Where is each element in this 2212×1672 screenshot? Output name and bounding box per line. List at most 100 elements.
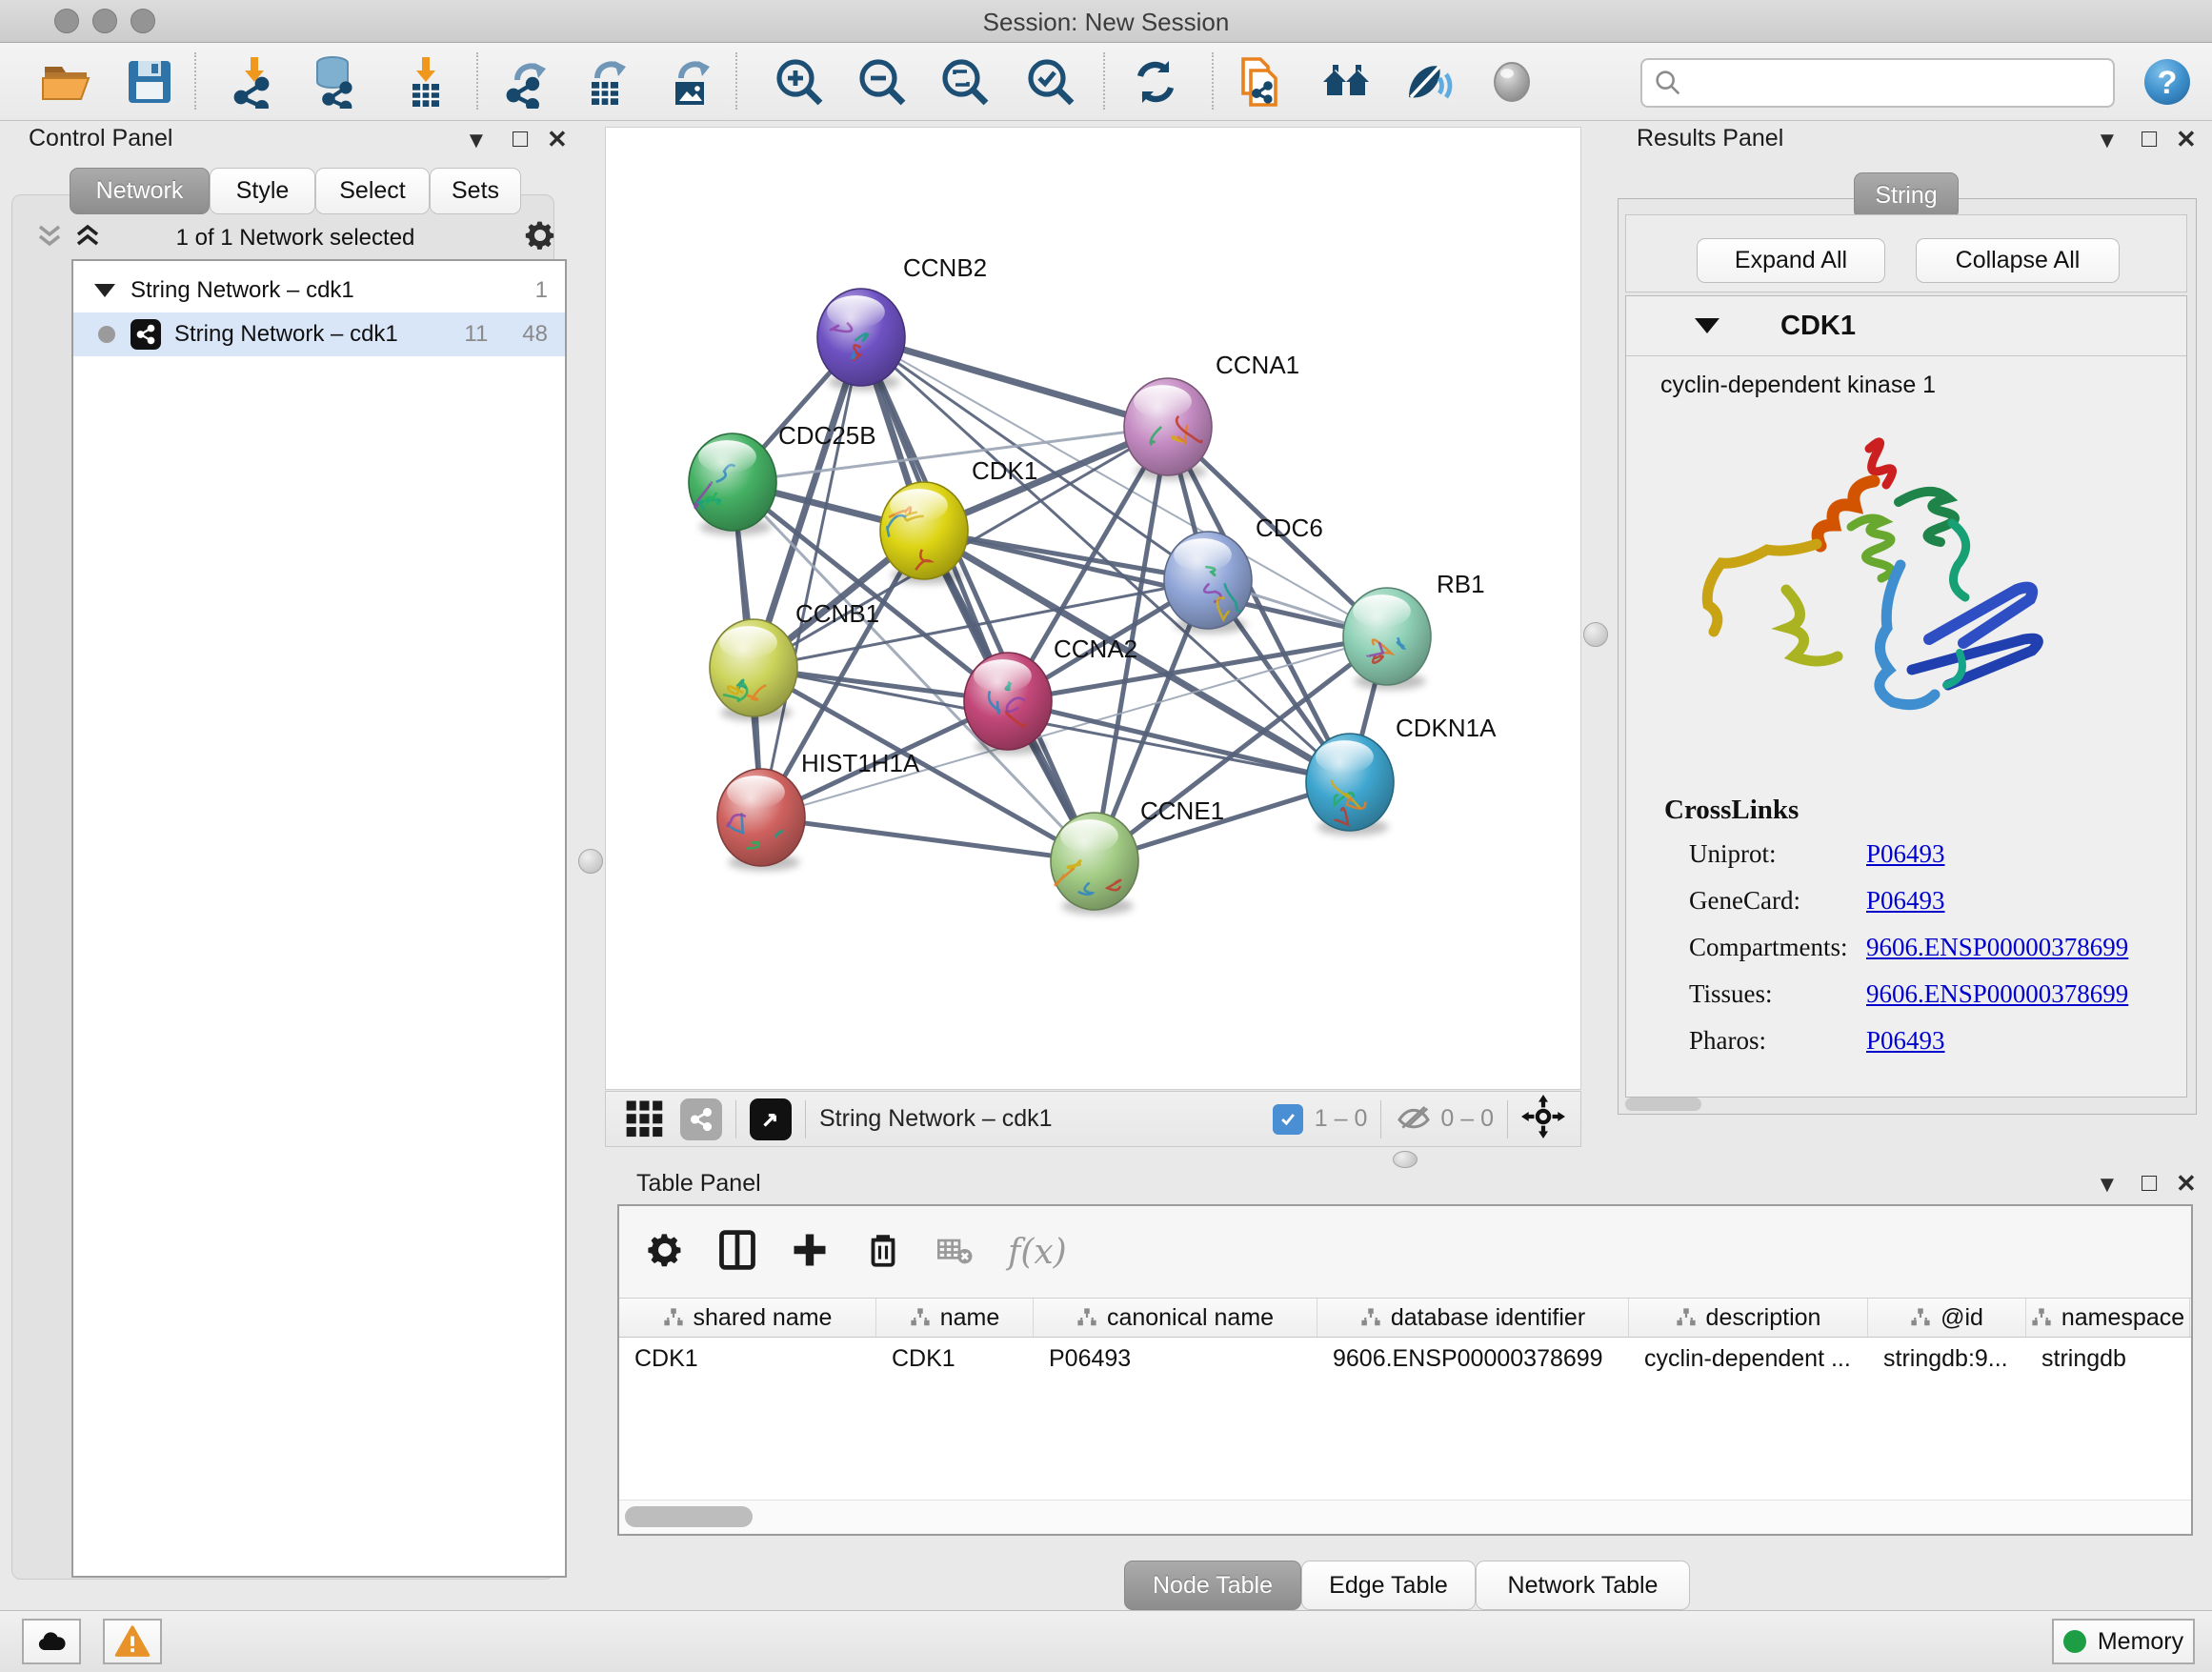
birds-eye-view-icon[interactable] [750,1098,792,1140]
refresh-icon[interactable] [1128,54,1183,110]
tree-expand-icon[interactable] [94,284,115,297]
search-input[interactable] [1692,69,2113,97]
selected-checkbox-icon[interactable] [1273,1104,1303,1135]
cloud-button[interactable] [22,1619,81,1664]
tab-style[interactable]: Style [210,168,315,214]
table-hscrollbar-thumb[interactable] [625,1506,753,1527]
crosslink-link[interactable]: 9606.ENSP00000378699 [1866,979,2128,1009]
tab-network-table[interactable]: Network Table [1476,1561,1690,1610]
show-hide-graphics-icon[interactable] [1400,54,1456,110]
bottom-splitter-handle[interactable] [1393,1151,1418,1168]
collapse-all-button[interactable]: Collapse All [1916,238,2120,283]
column-header-canonical-name[interactable]: canonical name [1034,1299,1317,1337]
save-session-icon[interactable] [122,54,177,110]
add-column-icon[interactable] [789,1229,831,1276]
level-of-detail-icon[interactable] [1484,54,1539,110]
function-builder-icon[interactable]: f(x) [1008,1233,1067,1272]
zoom-selected-icon[interactable] [1023,54,1078,110]
delete-table-icon[interactable] [935,1231,974,1274]
crosslink-link[interactable]: P06493 [1866,886,1945,916]
network-tree-root-row[interactable]: String Network – cdk1 1 [73,269,565,312]
control-panel-menu-icon[interactable]: ▼ [465,130,488,152]
right-splitter-handle[interactable] [1583,622,1608,647]
edge-CCNB2-HIST1H1A[interactable] [761,337,861,817]
crosslink-link[interactable]: 9606.ENSP00000378699 [1866,933,2128,962]
import-database-icon[interactable] [309,54,364,110]
zoom-in-icon[interactable] [772,54,827,110]
node-CCNB1[interactable]: CCNB1 [710,599,879,721]
network-canvas[interactable]: CCNB2CCNA1CDC25BCDK1CDC6RB1CCNB1CCNA2CDK… [605,127,1581,1090]
import-network-icon[interactable] [227,54,282,110]
edge-CCNB2-CCNA1[interactable] [861,337,1168,427]
fit-content-icon[interactable] [1521,1095,1565,1143]
table-row[interactable]: CDK1CDK1P064939606.ENSP00000378699cyclin… [619,1338,2191,1380]
node-result-header[interactable]: CDK1 [1626,296,2186,356]
node-RB1[interactable]: RB1 [1343,570,1485,690]
tab-node-table[interactable]: Node Table [1124,1561,1301,1610]
control-panel-close-icon[interactable]: ✕ [547,127,568,151]
hidden-eye-icon[interactable] [1395,1098,1433,1140]
zoom-out-icon[interactable] [855,54,910,110]
edge-CCNB2-CCNE1[interactable] [861,337,1095,861]
network-tree-network-row[interactable]: String Network – cdk1 11 48 [73,312,565,356]
clone-network-icon[interactable] [1231,54,1286,110]
collapse-all-tree-icon[interactable] [72,221,105,254]
column-header-name[interactable]: name [876,1299,1034,1337]
crosslink-link[interactable]: P06493 [1866,1026,1945,1056]
zoom-fit-icon[interactable] [937,54,993,110]
tab-string[interactable]: String [1854,172,1959,219]
table-panel-menu-icon[interactable]: ▼ [2096,1174,2119,1197]
column-header-description[interactable]: description [1629,1299,1868,1337]
edge-HIST1H1A-CCNE1[interactable] [761,817,1095,861]
control-panel-float-icon[interactable]: □ [513,126,528,151]
node-CDKN1A[interactable]: CDKN1A [1306,714,1497,836]
table-panel-float-icon[interactable]: □ [2142,1170,2157,1196]
results-panel-close-icon[interactable]: ✕ [2176,127,2197,151]
table-cell[interactable]: cyclin-dependent ... [1629,1338,1868,1380]
results-hscrollbar[interactable] [1625,1098,1701,1111]
column-header-shared-name[interactable]: shared name [619,1299,876,1337]
warnings-button[interactable] [103,1619,162,1664]
node-HIST1H1A[interactable]: HIST1H1A [717,749,920,871]
export-image-icon[interactable] [663,54,718,110]
memory-button[interactable]: Memory [2052,1619,2195,1664]
table-cell[interactable]: 9606.ENSP00000378699 [1317,1338,1629,1380]
table-cell[interactable]: stringdb:9... [1868,1338,2026,1380]
first-neighbors-icon[interactable] [1318,54,1374,110]
tab-network[interactable]: Network [70,168,210,214]
export-table-icon[interactable] [579,54,634,110]
expand-all-button[interactable]: Expand All [1697,238,1885,283]
node-CDC25B[interactable]: CDC25B [689,421,876,535]
table-settings-gear-icon[interactable] [644,1229,686,1276]
results-panel-float-icon[interactable]: □ [2142,126,2157,151]
collapse-entry-icon[interactable] [1695,318,1719,333]
crosslink-link[interactable]: P06493 [1866,839,1945,869]
column-header-@id[interactable]: @id [1868,1299,2026,1337]
tab-select[interactable]: Select [315,168,430,214]
help-icon[interactable]: ? [2140,54,2195,110]
show-columns-icon[interactable] [716,1229,758,1276]
tab-edge-table[interactable]: Edge Table [1301,1561,1476,1610]
node-CCNA1[interactable]: CCNA1 [1124,351,1299,480]
table-cell[interactable]: CDK1 [876,1338,1034,1380]
import-table-icon[interactable] [398,54,453,110]
column-header-database-identifier[interactable]: database identifier [1317,1299,1629,1337]
left-splitter-handle[interactable] [578,849,603,874]
table-cell[interactable]: P06493 [1034,1338,1317,1380]
expand-all-tree-icon[interactable] [34,221,67,254]
grid-view-icon[interactable] [623,1096,665,1142]
delete-column-icon[interactable] [863,1230,903,1275]
table-panel-close-icon[interactable]: ✕ [2176,1171,2197,1196]
edge-CCNA2-CDKN1A[interactable] [1008,701,1350,782]
table-cell[interactable]: stringdb [2026,1338,2190,1380]
results-panel-menu-icon[interactable]: ▼ [2096,130,2119,152]
tab-sets[interactable]: Sets [430,168,521,214]
column-header-namespace[interactable]: namespace [2026,1299,2190,1337]
network-options-gear-icon[interactable] [522,217,558,258]
export-network-icon[interactable] [499,54,554,110]
open-session-icon[interactable] [38,54,93,110]
string-network-graph[interactable]: CCNB2CCNA1CDC25BCDK1CDC6RB1CCNB1CCNA2CDK… [606,128,1580,1089]
network-share-view-icon[interactable] [680,1098,722,1140]
table-cell[interactable]: CDK1 [619,1338,876,1380]
node-CCNE1[interactable]: CCNE1 [1051,796,1224,915]
